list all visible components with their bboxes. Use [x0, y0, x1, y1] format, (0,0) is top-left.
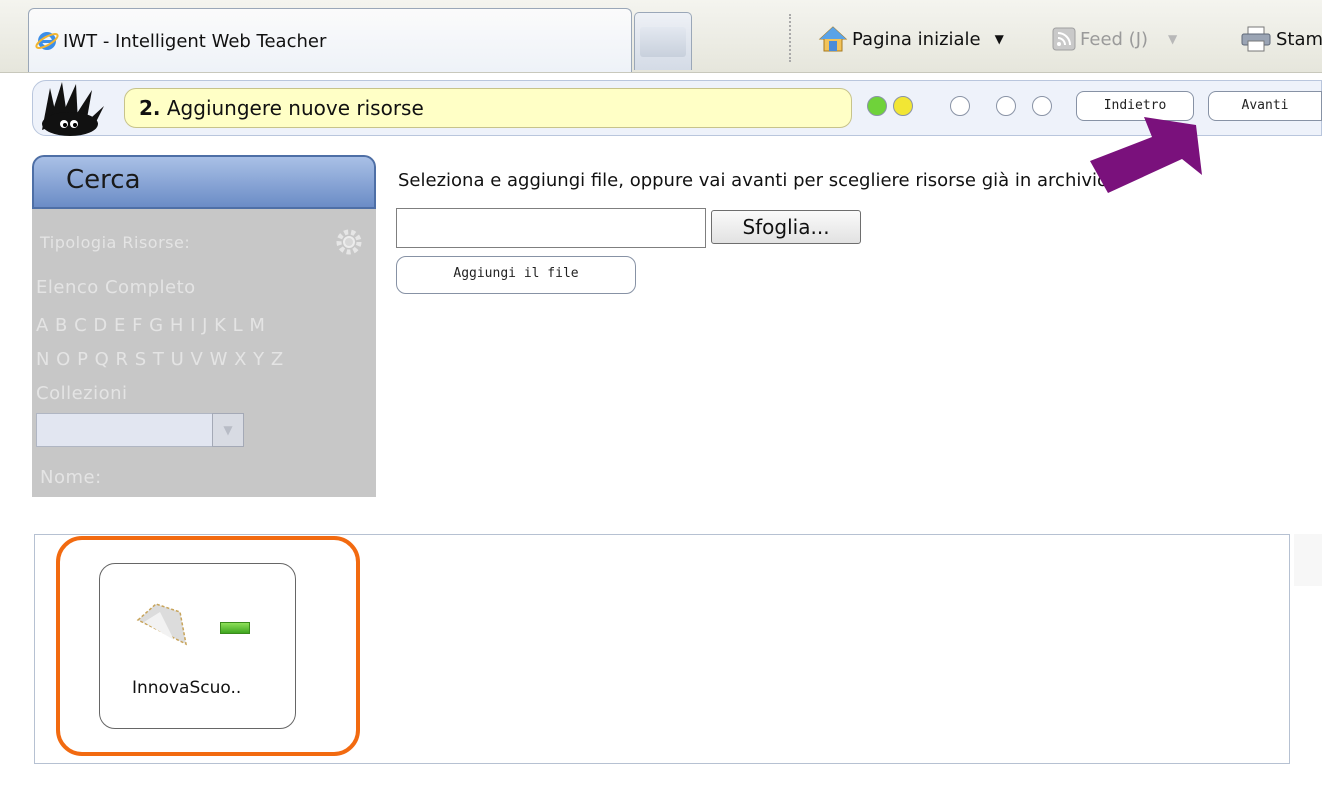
print-label: Stam [1276, 28, 1322, 50]
arrow-annotation-icon [1090, 117, 1202, 193]
full-list-link[interactable]: Elenco Completo [36, 277, 196, 298]
feed-label: Feed (J) [1080, 28, 1149, 50]
printer-icon [1241, 26, 1271, 52]
browser-tab-title: IWT - Intelligent Web Teacher [63, 31, 327, 52]
progress-dot-2 [893, 96, 913, 116]
progress-dot-5 [1032, 96, 1052, 116]
name-label: Nome: [40, 467, 102, 488]
home-icon [818, 26, 848, 52]
new-tab-button[interactable] [634, 12, 692, 70]
upload-instruction: Seleziona e aggiungi file, oppure vai av… [398, 170, 1114, 191]
hedgehog-mascot-icon [42, 82, 104, 136]
collections-label: Collezioni [36, 383, 128, 404]
browse-button[interactable]: Sfoglia... [711, 210, 861, 244]
browser-tab-active[interactable]: IWT - Intelligent Web Teacher [28, 8, 632, 72]
home-label: Pagina iniziale [852, 28, 981, 50]
resource-type-label: Tipologia Risorse: [40, 233, 191, 252]
alphabet-row-2[interactable]: N O P Q R S T U V W X Y Z [36, 349, 284, 370]
alphabet-row-1[interactable]: A B C D E F G H I J K L M [36, 315, 265, 336]
internet-explorer-icon [35, 32, 59, 50]
search-panel-title: Cerca [66, 165, 141, 195]
collections-select[interactable] [36, 413, 216, 447]
progress-dot-3 [950, 96, 970, 116]
toolbar-separator [789, 14, 791, 62]
next-button[interactable]: Avanti [1208, 91, 1322, 121]
add-file-button[interactable]: Aggiungi il file [396, 256, 636, 294]
chevron-down-icon[interactable]: ▼ [1168, 32, 1177, 46]
print-button[interactable]: Stam [1240, 24, 1322, 54]
progress-dot-4 [996, 96, 1016, 116]
search-panel: Cerca Tipologia Risorse: Elenco Completo… [32, 155, 376, 497]
feed-button[interactable]: Feed (J) ▼ [1052, 24, 1177, 54]
highlight-annotation [56, 536, 360, 756]
home-button[interactable]: Pagina iniziale ▼ [818, 24, 1004, 54]
chevron-down-icon[interactable]: ▼ [995, 32, 1004, 46]
chevron-down-icon[interactable]: ▼ [212, 413, 244, 447]
progress-dot-1 [867, 96, 887, 116]
panel-edge [1294, 534, 1322, 586]
step-number: 2. [139, 96, 161, 120]
gear-icon[interactable] [334, 227, 364, 257]
wizard-step-title: 2. Aggiungere nuove risorse [124, 88, 852, 128]
step-title-text: Aggiungere nuove risorse [166, 96, 424, 120]
rss-feed-icon [1052, 27, 1076, 51]
file-path-input[interactable] [396, 208, 706, 248]
